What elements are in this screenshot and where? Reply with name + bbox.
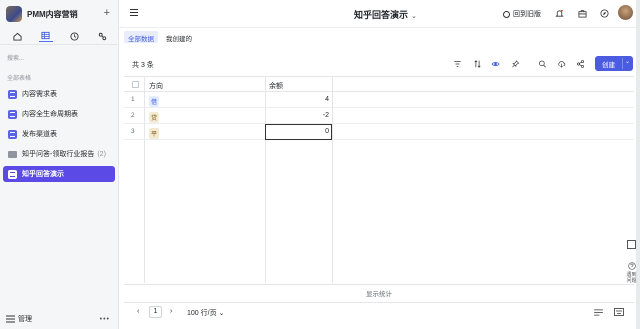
row-height-icon[interactable] xyxy=(594,309,603,316)
page-size-select[interactable]: 100 行/页 ⌄ xyxy=(187,308,224,318)
sidebar-item-content-lifecycle[interactable]: 内容全生命周期表 xyxy=(3,106,115,122)
add-icon[interactable]: + xyxy=(104,7,110,19)
create-button[interactable]: 创建 ⌄ xyxy=(595,56,633,71)
workspace-name: PMM内容营销 xyxy=(27,9,78,19)
tab-all-data[interactable]: 全部数据 xyxy=(124,31,158,43)
data-table: 方向 余额 1 借 4 2 贷 -2 3 平 0 xyxy=(124,76,634,283)
more-icon[interactable]: ••• xyxy=(100,316,110,323)
tab-created-by-me[interactable]: 我创建的 xyxy=(162,31,196,43)
connect-icon[interactable] xyxy=(96,30,110,42)
table-row[interactable]: 3 平 0 xyxy=(124,124,634,140)
direction-tag[interactable]: 平 xyxy=(149,128,160,139)
table-icon[interactable] xyxy=(38,30,53,42)
bell-icon[interactable] xyxy=(555,9,564,18)
sort-icon[interactable] xyxy=(473,60,482,68)
table-toolbar: 共 3 条 创建 ⌄ xyxy=(124,54,634,74)
workspace-logo xyxy=(6,6,22,22)
manage-label: 管理 xyxy=(18,316,32,323)
table-header: 方向 余额 xyxy=(124,77,634,92)
grid-table-icon xyxy=(8,169,17,179)
sidebar-item-channels[interactable]: 发布渠道表 xyxy=(3,126,115,142)
sidebar-item-content-demand[interactable]: 内容需求表 xyxy=(3,86,115,102)
page-title[interactable]: 知乎回答演示 ⌄ xyxy=(354,8,417,21)
share-icon[interactable] xyxy=(576,60,585,68)
briefcase-icon[interactable] xyxy=(578,9,587,18)
search-icon[interactable] xyxy=(538,60,547,68)
sidebar: PMM内容营销 + 搜索... 全部表格 内容需求表 内容全生命周期表 发布渠道… xyxy=(0,0,119,329)
next-page-icon[interactable]: › xyxy=(170,308,172,315)
page-title-text: 知乎回答演示 xyxy=(354,10,409,20)
button-divider xyxy=(622,58,623,69)
table-row[interactable]: 2 贷 -2 xyxy=(124,108,634,124)
back-to-old-version-button[interactable]: 回到旧版 xyxy=(503,9,541,19)
sidebar-item-label: 知乎回答演示 xyxy=(22,171,64,178)
sidebar-item-label: 内容需求表 xyxy=(22,91,57,98)
home-icon[interactable] xyxy=(10,30,24,42)
sidebar-item-label: 发布渠道表 xyxy=(22,131,57,138)
row-number: 3 xyxy=(131,128,135,135)
keyboard-icon[interactable] xyxy=(614,308,624,316)
sidebar-item-label: 知乎问答-领取行业报告 xyxy=(22,151,95,158)
history-icon xyxy=(503,10,510,18)
grid-table-icon xyxy=(8,129,17,139)
app-root: PMM内容营销 + 搜索... 全部表格 内容需求表 内容全生命周期表 发布渠道… xyxy=(0,0,640,329)
balance-cell[interactable]: 0 xyxy=(265,128,332,135)
section-label: 全部表格 xyxy=(7,76,32,82)
eye-icon[interactable] xyxy=(491,60,500,68)
sidebar-divider xyxy=(0,44,119,45)
balance-cell[interactable]: -2 xyxy=(265,112,332,119)
current-page[interactable]: 1 xyxy=(149,306,162,318)
workspace-header[interactable]: PMM内容营销 + xyxy=(6,5,114,23)
sidebar-item-zhihu-folder[interactable]: 知乎问答-领取行业报告 (2) xyxy=(3,146,115,162)
menu-icon[interactable] xyxy=(130,9,138,16)
pin-icon[interactable] xyxy=(511,60,520,68)
record-count: 共 3 条 xyxy=(132,62,154,69)
top-header: 知乎回答演示 ⌄ 回到旧版 xyxy=(119,0,640,28)
qr-code-icon[interactable] xyxy=(627,240,636,249)
help-widget[interactable]: 遇到问题 xyxy=(626,262,637,284)
item-count: (2) xyxy=(97,150,106,158)
select-all-checkbox[interactable] xyxy=(132,81,139,88)
grid-table-icon xyxy=(8,109,17,119)
view-tabs: 全部数据 我创建的 xyxy=(124,31,200,43)
help-label: 遇到问题 xyxy=(626,272,637,284)
chevron-down-icon[interactable]: ⌄ xyxy=(625,58,630,65)
row-number: 1 xyxy=(131,96,135,103)
filter-icon[interactable] xyxy=(453,60,462,68)
direction-tag[interactable]: 借 xyxy=(149,96,160,107)
column-header-balance[interactable]: 余额 xyxy=(269,81,283,91)
direction-tag[interactable]: 贷 xyxy=(149,112,160,123)
sidebar-footer[interactable]: 管理 ••• xyxy=(6,313,114,325)
question-icon xyxy=(627,262,636,270)
old-version-label: 回到旧版 xyxy=(513,11,541,18)
balance-cell[interactable]: 4 xyxy=(265,96,332,103)
grid-table-icon xyxy=(8,89,17,99)
compass-icon[interactable] xyxy=(600,9,609,18)
pagination: ‹ 1 › 100 行/页 ⌄ xyxy=(124,302,634,320)
sidebar-item-zhihu-demo[interactable]: 知乎回答演示 xyxy=(3,166,115,182)
sidebar-tabs xyxy=(6,30,114,42)
sidebar-nav: 内容需求表 内容全生命周期表 发布渠道表 知乎问答-领取行业报告 (2) 知乎回… xyxy=(3,86,115,186)
cloud-download-icon[interactable] xyxy=(557,60,566,68)
sidebar-item-label: 内容全生命周期表 xyxy=(22,111,78,118)
sidebar-search[interactable]: 搜索... xyxy=(7,53,24,62)
row-number: 2 xyxy=(131,112,135,119)
manage-icon xyxy=(6,315,15,323)
table-row[interactable]: 1 借 4 xyxy=(124,92,634,108)
prev-page-icon[interactable]: ‹ xyxy=(137,308,139,315)
user-avatar[interactable] xyxy=(618,5,633,20)
folder-icon xyxy=(8,150,17,158)
create-label: 创建 xyxy=(602,61,615,69)
chevron-down-icon: ⌄ xyxy=(411,13,417,20)
clock-icon[interactable] xyxy=(67,30,81,42)
column-header-direction[interactable]: 方向 xyxy=(149,81,163,91)
show-statistics[interactable]: 显示统计 xyxy=(124,284,634,298)
